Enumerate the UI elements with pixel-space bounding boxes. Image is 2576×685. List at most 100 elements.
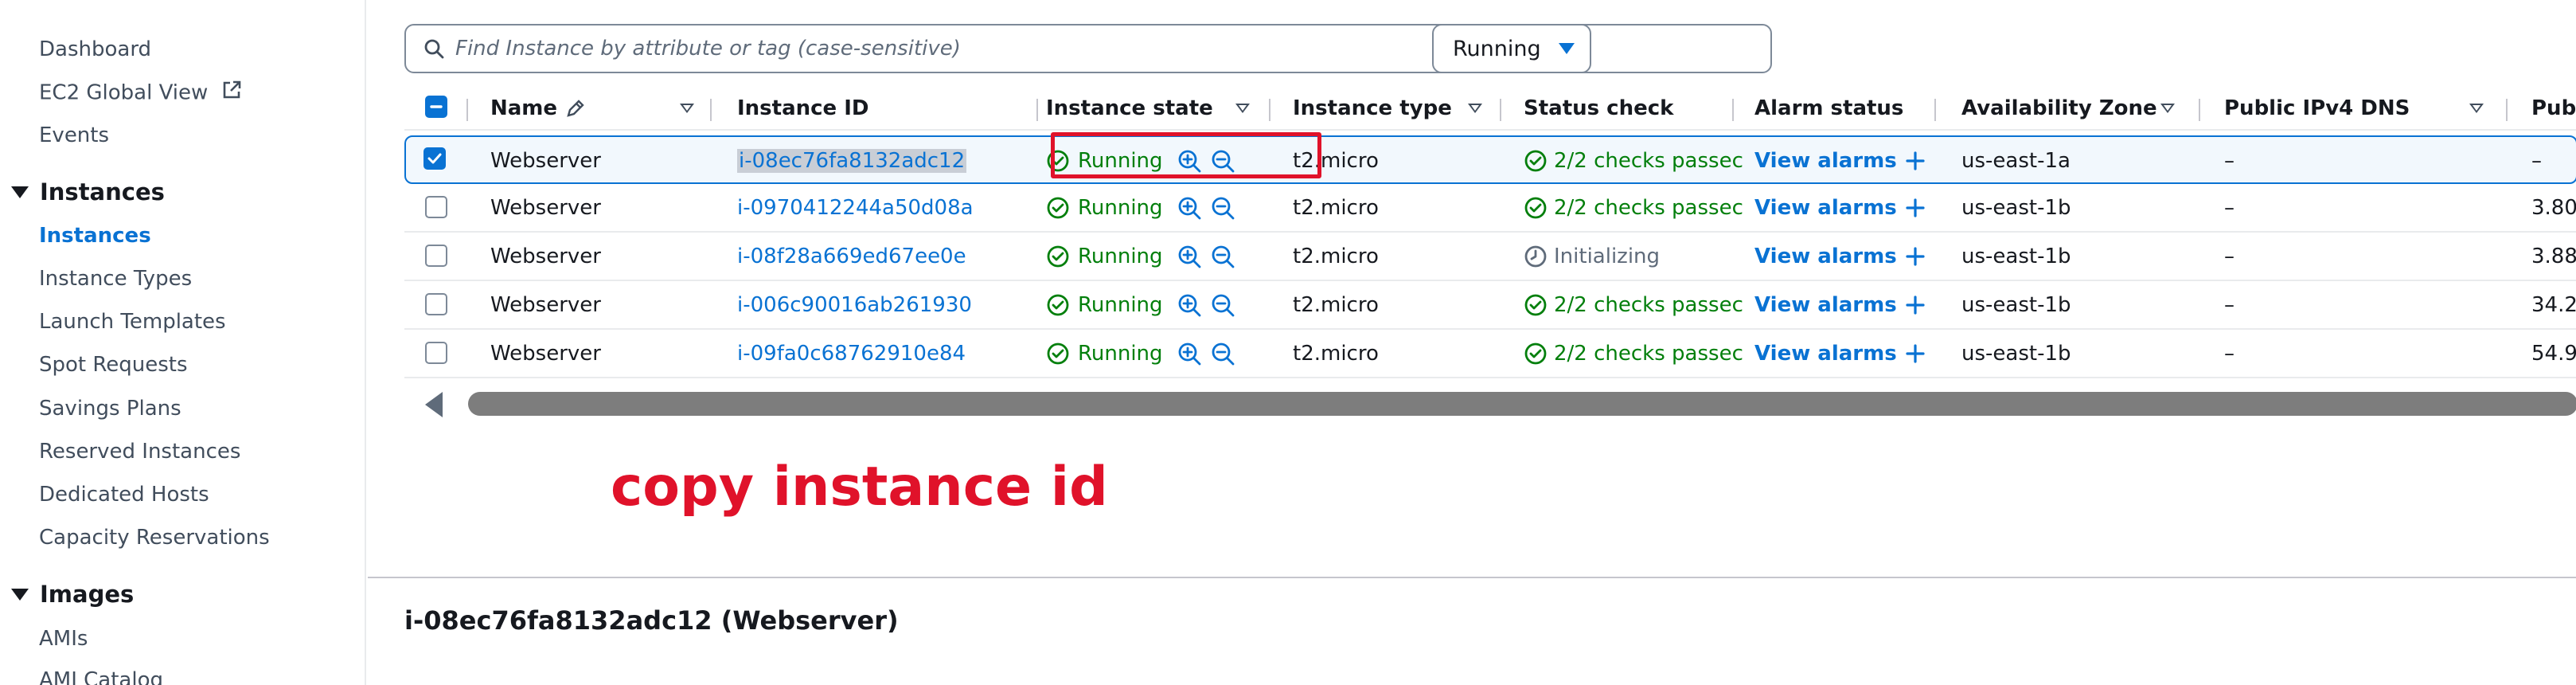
table-row[interactable]: Webserver i-0970412244a50d08a Running t2… xyxy=(404,184,2576,233)
column-separator[interactable] xyxy=(466,99,468,121)
cell-instance-id[interactable]: i-09fa0c68762910e84 xyxy=(737,330,966,377)
view-alarms-link[interactable]: View alarms xyxy=(1754,245,1897,268)
instance-id-link[interactable]: i-09fa0c68762910e84 xyxy=(737,342,966,366)
column-separator[interactable] xyxy=(1269,99,1270,121)
view-alarms-link[interactable]: View alarms xyxy=(1754,149,1897,173)
zoom-out-icon[interactable] xyxy=(1211,342,1235,366)
plus-icon[interactable] xyxy=(1905,246,1926,267)
sort-caret-icon[interactable] xyxy=(2160,104,2175,113)
select-all-checkbox[interactable] xyxy=(425,96,447,118)
annotation-text: copy instance id xyxy=(611,456,1108,519)
sidebar-item-ami-catalog[interactable]: AMI Catalog xyxy=(39,667,163,685)
view-alarms-link[interactable]: View alarms xyxy=(1754,196,1897,220)
sidebar-item-amis[interactable]: AMIs xyxy=(39,626,88,652)
row-checkbox[interactable] xyxy=(423,147,446,170)
sidebar-item-events[interactable]: Events xyxy=(39,123,109,148)
table-row[interactable]: Webserver i-08ec76fa8132adc12 Running t2… xyxy=(404,135,2576,184)
header-instance-state[interactable]: Instance state xyxy=(1046,86,1213,131)
cell-alarm-status[interactable]: View alarms xyxy=(1754,330,1926,377)
column-separator[interactable] xyxy=(2199,99,2200,121)
cell-alarm-status[interactable]: View alarms xyxy=(1754,281,1926,328)
cell-instance-id[interactable]: i-0970412244a50d08a xyxy=(737,184,974,231)
cell-public-dns: – xyxy=(2224,244,2234,268)
cell-status-check: 2/2 checks passec xyxy=(1524,137,1743,184)
zoom-out-icon[interactable] xyxy=(1211,196,1235,220)
table-row[interactable]: Webserver i-09fa0c68762910e84 Running t2… xyxy=(404,330,2576,378)
row-checkbox[interactable] xyxy=(425,342,447,364)
column-separator[interactable] xyxy=(1732,99,1734,121)
zoom-in-icon[interactable] xyxy=(1177,196,1201,220)
header-instance-type[interactable]: Instance type xyxy=(1293,86,1452,131)
header-public-ipv4-dns[interactable]: Public IPv4 DNS xyxy=(2224,86,2410,131)
scrollbar-thumb[interactable] xyxy=(468,392,2576,416)
cell-status-check: Initializing xyxy=(1524,233,1660,280)
zoom-in-icon[interactable] xyxy=(1177,245,1201,268)
sort-caret-icon[interactable] xyxy=(1468,104,1482,113)
sidebar-item-ec2-global-view[interactable]: EC2 Global View xyxy=(39,80,242,107)
sort-caret-icon[interactable] xyxy=(680,104,694,113)
plus-icon[interactable] xyxy=(1905,295,1926,315)
instance-id-link[interactable]: i-08f28a669ed67ee0e xyxy=(737,245,966,268)
status-label: 2/2 checks passec xyxy=(1554,292,1743,317)
plus-icon[interactable] xyxy=(1905,198,1926,218)
table-row[interactable]: Webserver i-006c90016ab261930 Running t2… xyxy=(404,281,2576,330)
plus-icon[interactable] xyxy=(1905,343,1926,364)
state-label: Running xyxy=(1078,292,1163,317)
status-label: 2/2 checks passec xyxy=(1554,341,1743,366)
sidebar-section-images[interactable]: Images xyxy=(11,581,134,608)
column-separator[interactable] xyxy=(1934,99,1936,121)
cell-public-ip: 3.88.171 xyxy=(2531,244,2576,268)
cell-instance-id[interactable]: i-006c90016ab261930 xyxy=(737,281,972,328)
instance-id-link[interactable]: i-006c90016ab261930 xyxy=(737,293,972,317)
table-row[interactable]: Webserver i-08f28a669ed67ee0e Running t2… xyxy=(404,233,2576,281)
view-alarms-link[interactable]: View alarms xyxy=(1754,293,1897,317)
zoom-in-icon[interactable] xyxy=(1177,293,1201,317)
header-status-check[interactable]: Status check xyxy=(1524,86,1673,131)
plus-icon[interactable] xyxy=(1905,151,1926,171)
instance-state-filter[interactable]: Running xyxy=(1432,24,1591,73)
section-title: Instances xyxy=(40,178,165,206)
cell-public-ip: – xyxy=(2531,148,2542,173)
column-separator[interactable] xyxy=(2506,99,2508,121)
sort-caret-icon[interactable] xyxy=(1235,104,1250,113)
row-checkbox[interactable] xyxy=(425,293,447,315)
sidebar-item-spot-requests[interactable]: Spot Requests xyxy=(39,352,188,378)
instance-id-link[interactable]: i-08ec76fa8132adc12 xyxy=(737,148,967,173)
header-public-ipv4[interactable]: Public II xyxy=(2531,86,2576,131)
cell-alarm-status[interactable]: View alarms xyxy=(1754,137,1926,184)
view-alarms-link[interactable]: View alarms xyxy=(1754,342,1897,366)
column-separator[interactable] xyxy=(1500,99,1501,121)
header-name[interactable]: Name xyxy=(490,86,586,131)
sidebar-item-instances[interactable]: Instances xyxy=(39,223,151,249)
cell-instance-state: Running xyxy=(1046,330,1235,377)
zoom-out-icon[interactable] xyxy=(1211,293,1235,317)
column-separator[interactable] xyxy=(710,99,712,121)
cell-instance-id[interactable]: i-08ec76fa8132adc12 xyxy=(737,137,967,184)
sidebar-item-capacity-reservations[interactable]: Capacity Reservations xyxy=(39,525,270,550)
sidebar-item-dashboard[interactable]: Dashboard xyxy=(39,37,151,62)
header-availability-zone[interactable]: Availability Zone xyxy=(1961,86,2157,131)
sidebar-section-instances[interactable]: Instances xyxy=(11,178,165,206)
cell-alarm-status[interactable]: View alarms xyxy=(1754,233,1926,280)
sidebar-item-reserved-instances[interactable]: Reserved Instances xyxy=(39,439,240,464)
sidebar-item-instance-types[interactable]: Instance Types xyxy=(39,266,192,292)
state-label: Running xyxy=(1078,244,1163,268)
horizontal-scrollbar[interactable] xyxy=(404,389,2576,417)
row-checkbox[interactable] xyxy=(425,196,447,218)
header-alarm-status[interactable]: Alarm status xyxy=(1754,86,1903,131)
sidebar-item-launch-templates[interactable]: Launch Templates xyxy=(39,309,226,335)
sidebar-item-savings-plans[interactable]: Savings Plans xyxy=(39,396,181,421)
scroll-left-arrow-icon[interactable] xyxy=(425,392,443,417)
instance-id-link[interactable]: i-0970412244a50d08a xyxy=(737,196,974,220)
zoom-in-icon[interactable] xyxy=(1177,342,1201,366)
indeterminate-icon xyxy=(430,105,443,108)
cell-alarm-status[interactable]: View alarms xyxy=(1754,184,1926,231)
sidebar-item-dedicated-hosts[interactable]: Dedicated Hosts xyxy=(39,482,209,507)
column-separator[interactable] xyxy=(1036,99,1038,121)
sort-caret-icon[interactable] xyxy=(2469,104,2484,113)
row-checkbox[interactable] xyxy=(425,245,447,267)
zoom-out-icon[interactable] xyxy=(1211,245,1235,268)
header-instance-id[interactable]: Instance ID xyxy=(737,86,869,131)
cell-instance-id[interactable]: i-08f28a669ed67ee0e xyxy=(737,233,966,280)
pencil-icon[interactable] xyxy=(565,98,586,119)
